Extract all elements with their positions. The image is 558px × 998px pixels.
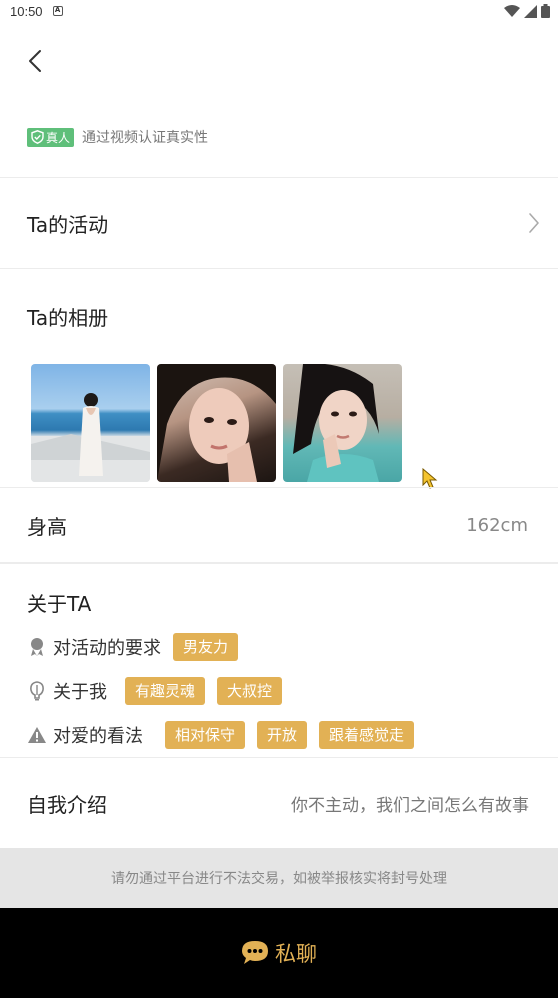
about-row-activity-requirement: 对活动的要求 男友力 (27, 633, 239, 661)
photo-thumbnail[interactable] (31, 364, 150, 482)
about-row-about-me: 关于我 有趣灵魂 大叔控 (27, 677, 283, 705)
status-bar: 10:50 A (0, 0, 558, 22)
about-title: 关于TA (27, 592, 92, 616)
status-time: 10:50 (10, 3, 43, 19)
status-icons (504, 4, 550, 18)
verified-badge: 真人 (27, 127, 75, 147)
photo-thumbnail[interactable] (157, 364, 276, 482)
self-intro-value: 你不主动，我们之间怎么有故事 (291, 795, 529, 816)
divider (0, 268, 558, 269)
chat-bubble-icon (242, 941, 268, 964)
divider (0, 562, 558, 564)
chevron-right-icon (529, 213, 539, 233)
back-button[interactable] (20, 46, 50, 76)
warning-text: 请勿通过平台进行不法交易，如被举报核实将封号处理 (111, 871, 447, 887)
warning-bar: 请勿通过平台进行不法交易，如被举报核实将封号处理 (0, 848, 558, 908)
self-intro-row: 自我介绍 你不主动，我们之间怎么有故事 (0, 758, 558, 848)
verified-badge-label: 真人 (46, 130, 71, 145)
award-icon (27, 637, 47, 657)
height-row: 身高 162cm (0, 488, 558, 563)
tag: 开放 (257, 721, 308, 749)
photo-thumbnail[interactable] (283, 364, 402, 482)
photo-selfie-image (157, 364, 276, 482)
photo-grid (31, 364, 402, 482)
tag: 男友力 (173, 633, 239, 661)
notification-icon: A (52, 6, 63, 16)
verification-text: 通过视频认证真实性 (82, 130, 209, 146)
album-title: Ta的相册 (27, 306, 109, 330)
about-row-label: 对爱的看法 (53, 726, 143, 747)
tag: 相对保守 (165, 721, 246, 749)
verification-row: 真人 通过视频认证真实性 (27, 127, 208, 147)
signal-icon (524, 4, 537, 18)
height-label: 身高 (27, 515, 67, 539)
photo-yacht-image (31, 393, 150, 482)
shield-check-icon (31, 130, 44, 144)
wifi-icon (504, 4, 520, 17)
chevron-left-icon (29, 50, 41, 72)
tag: 跟着感觉走 (319, 721, 415, 749)
activities-row[interactable]: Ta的活动 (0, 178, 558, 268)
private-chat-button[interactable]: 私聊 (0, 908, 558, 998)
activities-title: Ta的活动 (27, 212, 109, 237)
tag: 大叔控 (217, 677, 283, 705)
tag: 有趣灵魂 (125, 677, 206, 705)
battery-icon (541, 4, 550, 18)
private-chat-label: 私聊 (275, 942, 317, 966)
photo-selfie-image (293, 364, 379, 482)
warning-icon (27, 725, 47, 745)
about-row-view-of-love: 对爱的看法 相对保守 开放 跟着感觉走 (27, 721, 415, 749)
about-row-label: 关于我 (53, 682, 107, 703)
about-row-label: 对活动的要求 (53, 638, 161, 659)
bulb-icon (27, 681, 47, 701)
self-intro-label: 自我介绍 (27, 792, 107, 817)
height-value: 162cm (466, 515, 528, 536)
